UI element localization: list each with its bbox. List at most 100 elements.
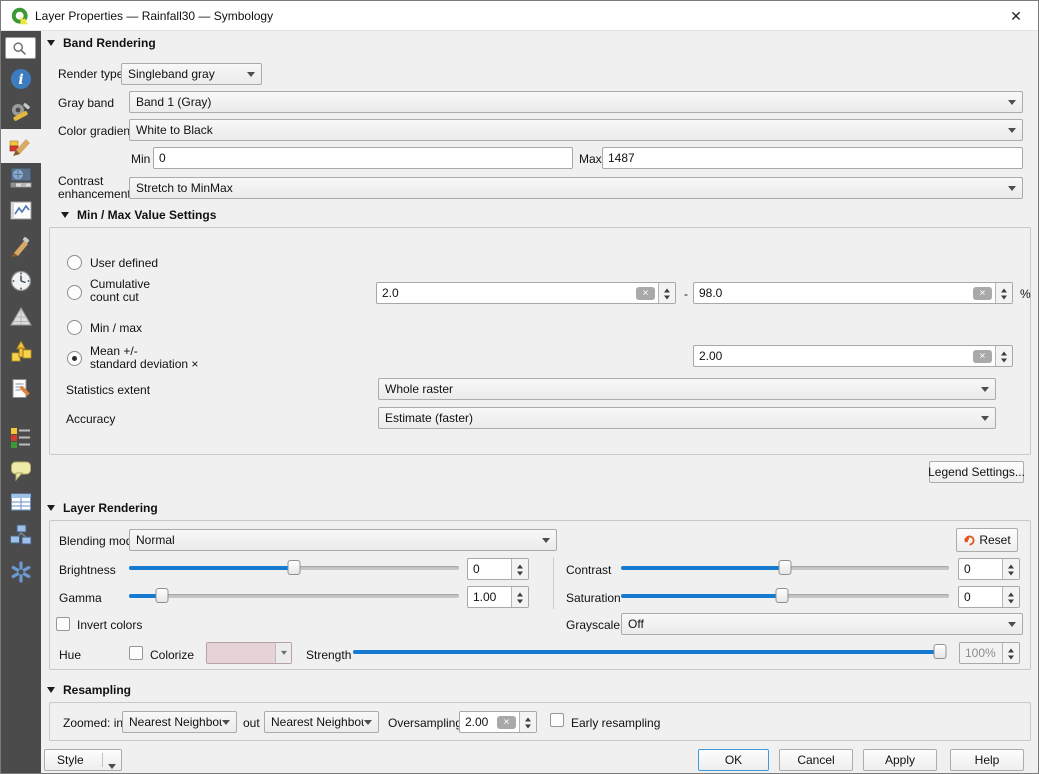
chevron-down-icon xyxy=(1008,128,1016,137)
cumulative-count-cut-radio[interactable] xyxy=(67,285,82,300)
min-input[interactable]: 0 xyxy=(153,147,573,169)
slider-handle[interactable] xyxy=(775,588,788,603)
accuracy-select[interactable]: Estimate (faster) xyxy=(378,407,996,429)
gamma-slider[interactable] xyxy=(129,587,459,605)
colorize-color-button[interactable] xyxy=(206,642,292,664)
collapse-arrow-icon[interactable] xyxy=(47,40,55,50)
gamma-input[interactable]: 1.00 xyxy=(467,586,529,608)
sidebar-item-qgis-server[interactable] xyxy=(9,523,33,547)
max-input[interactable]: 1487 xyxy=(602,147,1023,169)
zoomed-in-select[interactable]: Nearest Neighbour xyxy=(122,711,237,733)
slider-handle[interactable] xyxy=(779,560,792,575)
zoomed-out-label: out xyxy=(243,716,260,730)
help-button[interactable]: Help xyxy=(950,749,1024,771)
sidebar-item-metadata[interactable] xyxy=(9,377,33,401)
strength-input[interactable]: 100% xyxy=(959,642,1020,664)
percent-label: % xyxy=(1020,287,1031,301)
spinner-arrows[interactable] xyxy=(1002,559,1019,579)
clear-icon[interactable] xyxy=(973,287,992,300)
saturation-input[interactable]: 0 xyxy=(958,586,1020,608)
spinner-arrows[interactable] xyxy=(1002,643,1019,663)
saturation-label: Saturation xyxy=(566,591,621,605)
user-defined-label: User defined xyxy=(90,256,158,270)
search-input[interactable] xyxy=(5,37,36,59)
sidebar-item-source[interactable] xyxy=(9,101,33,125)
brightness-input[interactable]: 0 xyxy=(467,558,529,580)
collapse-arrow-icon[interactable] xyxy=(61,212,69,222)
chevron-down-icon xyxy=(275,643,291,663)
sidebar-item-external-plugins[interactable] xyxy=(9,560,33,584)
sidebar-item-display[interactable] xyxy=(9,458,33,482)
zoomed-out-select[interactable]: Nearest Neighbour xyxy=(264,711,379,733)
sidebar-item-symbology[interactable] xyxy=(9,134,33,158)
spinner-arrows[interactable] xyxy=(658,283,675,303)
cumulative-high-input[interactable]: 98.0 xyxy=(693,282,1013,304)
grayscale-label: Grayscale xyxy=(566,618,620,632)
gray-band-select[interactable]: Band 1 (Gray) xyxy=(129,91,1023,113)
sidebar-item-elevation[interactable] xyxy=(9,339,33,363)
contrast-label: Contrast xyxy=(566,563,611,577)
zoomed-in-label: Zoomed: in xyxy=(63,716,123,730)
spinner-arrows[interactable] xyxy=(511,587,528,607)
column-divider xyxy=(553,557,554,609)
stddev-multiplier-input[interactable]: 2.00 xyxy=(693,345,1013,367)
style-button[interactable]: Style xyxy=(44,749,122,771)
color-gradient-select[interactable]: White to Black xyxy=(129,119,1023,141)
render-type-label: Render type xyxy=(58,67,123,81)
sidebar-item-temporal[interactable] xyxy=(9,269,33,293)
early-resampling-checkbox[interactable] xyxy=(550,713,564,727)
legend-settings-button[interactable]: Legend Settings... xyxy=(929,461,1024,483)
oversampling-label: Oversampling xyxy=(388,716,462,730)
spinner-arrows[interactable] xyxy=(1002,587,1019,607)
close-icon[interactable] xyxy=(1001,6,1031,26)
oversampling-input[interactable]: 2.00 xyxy=(459,711,537,733)
section-resampling: Resampling xyxy=(63,683,131,697)
cancel-button[interactable]: Cancel xyxy=(779,749,853,771)
min-max-label: Min / max xyxy=(90,321,142,335)
grayscale-select[interactable]: Off xyxy=(621,613,1023,635)
saturation-slider[interactable] xyxy=(621,587,949,605)
ok-button[interactable]: OK xyxy=(698,749,769,771)
render-type-select[interactable]: Singleband gray xyxy=(121,63,262,85)
clear-icon[interactable] xyxy=(636,287,655,300)
section-minmax-settings: Min / Max Value Settings xyxy=(77,208,216,222)
spinner-arrows[interactable] xyxy=(511,559,528,579)
spinner-arrows[interactable] xyxy=(995,346,1012,366)
contrast-input[interactable]: 0 xyxy=(958,558,1020,580)
strength-slider[interactable] xyxy=(353,643,946,661)
sidebar-item-attributes[interactable] xyxy=(9,490,33,514)
reset-button[interactable]: Reset xyxy=(956,528,1018,552)
sidebar: i xyxy=(1,31,41,774)
slider-handle[interactable] xyxy=(288,560,301,575)
sidebar-item-rendering[interactable] xyxy=(9,234,33,258)
collapse-arrow-icon[interactable] xyxy=(47,687,55,697)
contrast-enhancement-select[interactable]: Stretch to MinMax xyxy=(129,177,1023,199)
chevron-down-icon xyxy=(108,764,116,773)
clear-icon[interactable] xyxy=(973,350,992,363)
spinner-arrows[interactable] xyxy=(519,712,536,732)
sidebar-item-transparency[interactable] xyxy=(9,165,33,189)
cumulative-low-input[interactable]: 2.0 xyxy=(376,282,676,304)
invert-colors-checkbox[interactable] xyxy=(56,617,70,631)
blending-mode-select[interactable]: Normal xyxy=(129,529,557,551)
mean-stddev-radio[interactable] xyxy=(67,351,82,366)
brightness-slider[interactable] xyxy=(129,559,459,577)
chevron-down-icon xyxy=(1008,186,1016,195)
collapse-arrow-icon[interactable] xyxy=(47,505,55,515)
max-label: Max xyxy=(579,152,602,166)
slider-handle[interactable] xyxy=(934,644,947,659)
colorize-checkbox[interactable] xyxy=(129,646,143,660)
sidebar-item-pyramids[interactable] xyxy=(9,305,33,329)
slider-handle[interactable] xyxy=(156,588,169,603)
spinner-arrows[interactable] xyxy=(995,283,1012,303)
apply-button[interactable]: Apply xyxy=(863,749,937,771)
clear-icon[interactable] xyxy=(497,716,516,729)
min-max-radio[interactable] xyxy=(67,320,82,335)
statistics-extent-select[interactable]: Whole raster xyxy=(378,378,996,400)
accuracy-label: Accuracy xyxy=(66,412,115,426)
sidebar-item-legend[interactable] xyxy=(9,425,33,449)
sidebar-item-information[interactable]: i xyxy=(9,67,33,91)
user-defined-radio[interactable] xyxy=(67,255,82,270)
sidebar-item-histogram[interactable] xyxy=(9,199,33,223)
contrast-slider[interactable] xyxy=(621,559,949,577)
